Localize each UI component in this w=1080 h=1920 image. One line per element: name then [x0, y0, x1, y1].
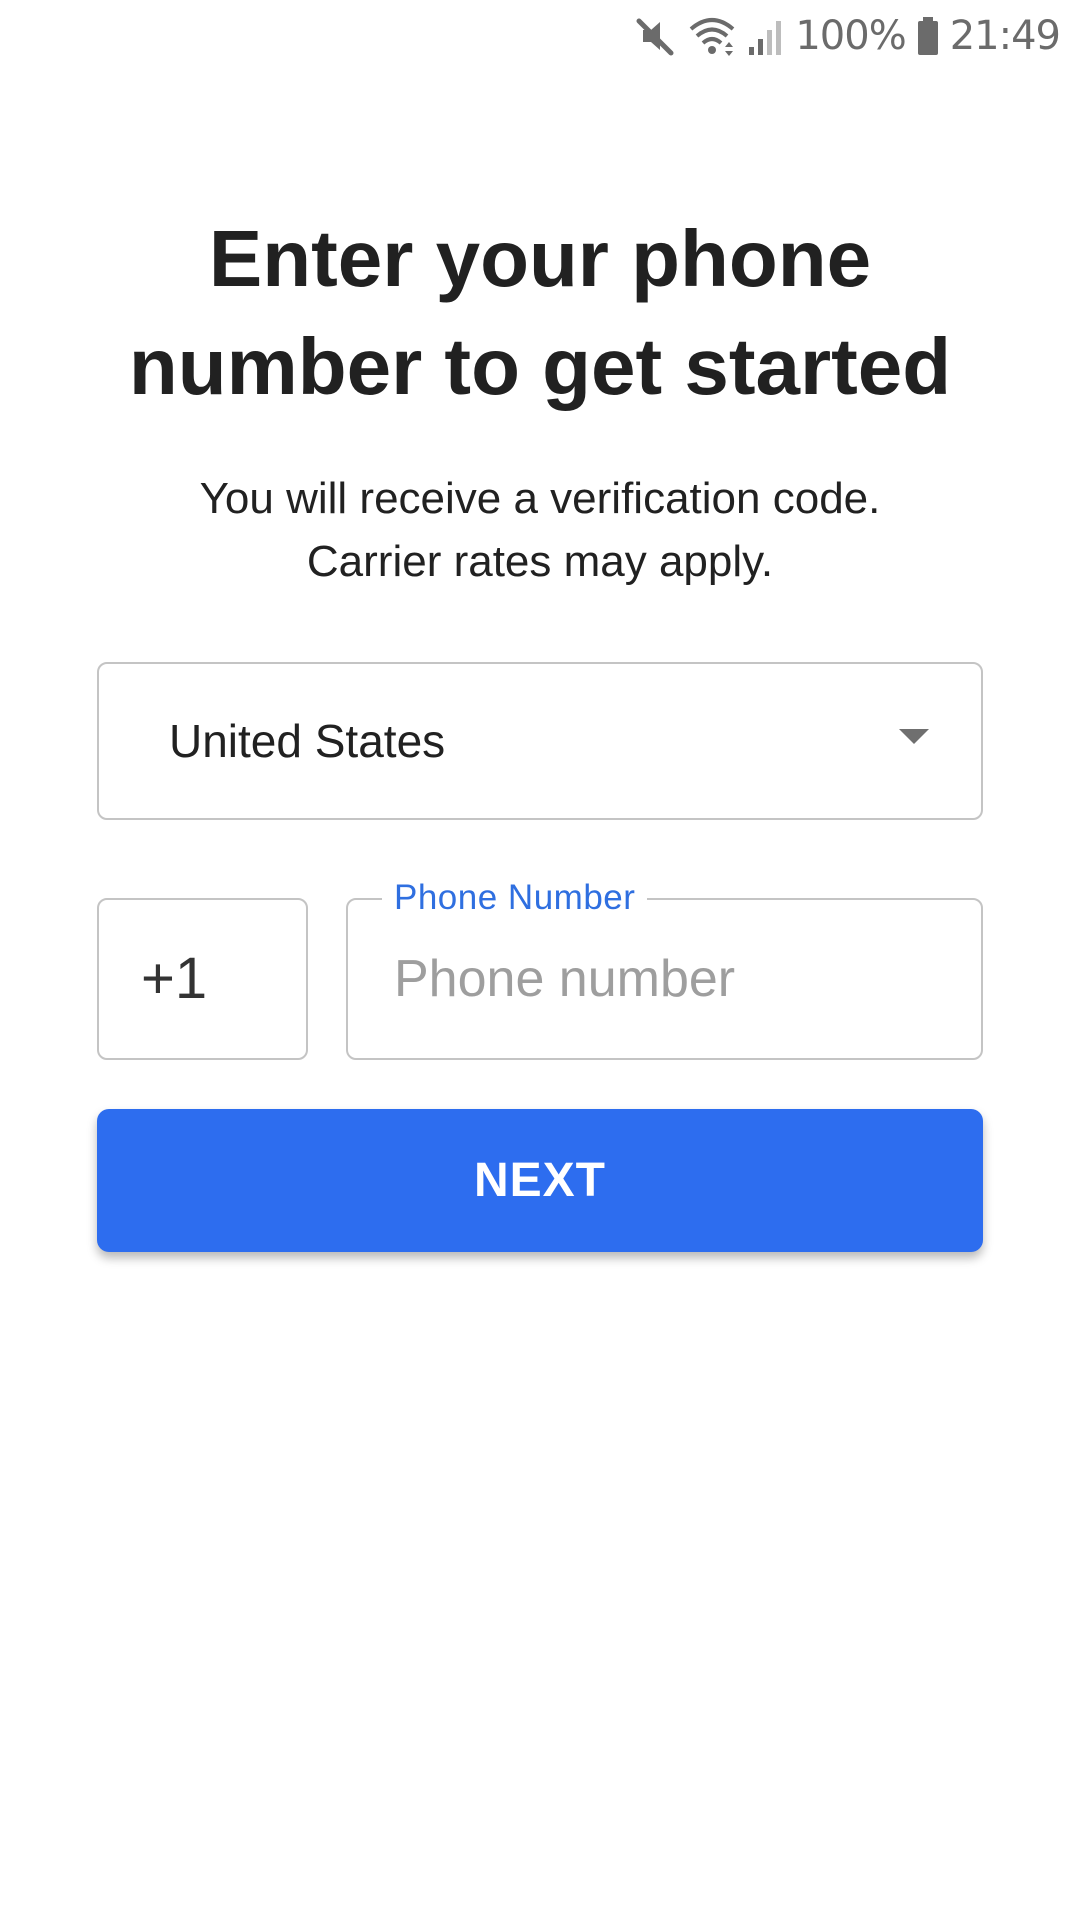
- caret-down-icon: [899, 729, 929, 744]
- country-selected-value: United States: [169, 715, 446, 767]
- battery-icon: [916, 13, 940, 59]
- page-title: Enter your phone number to get started: [128, 214, 952, 411]
- dial-code-field[interactable]: +1: [97, 898, 308, 1060]
- signal-icon: [747, 13, 785, 59]
- dial-code-value: +1: [141, 946, 208, 1011]
- phone-number-input[interactable]: [394, 900, 954, 1058]
- battery-percentage: 100%: [795, 13, 906, 59]
- subtitle-line-carrier-rates: Carrier rates may apply.: [306, 537, 774, 586]
- status-time: 21:49: [949, 13, 1061, 59]
- next-button[interactable]: NEXT: [97, 1109, 983, 1252]
- phone-number-field[interactable]: Phone Number: [346, 878, 983, 1060]
- page-subtitle: You will receive a verification code. Ca…: [60, 467, 1020, 593]
- mute-icon: [631, 13, 677, 59]
- wifi-icon: [687, 13, 737, 59]
- status-bar: 100% 21:49: [0, 0, 1080, 72]
- subtitle-line-verification: You will receive a verification code.: [199, 474, 881, 523]
- country-dropdown[interactable]: United States: [97, 662, 983, 820]
- status-icons: 100% 21:49: [631, 10, 1061, 62]
